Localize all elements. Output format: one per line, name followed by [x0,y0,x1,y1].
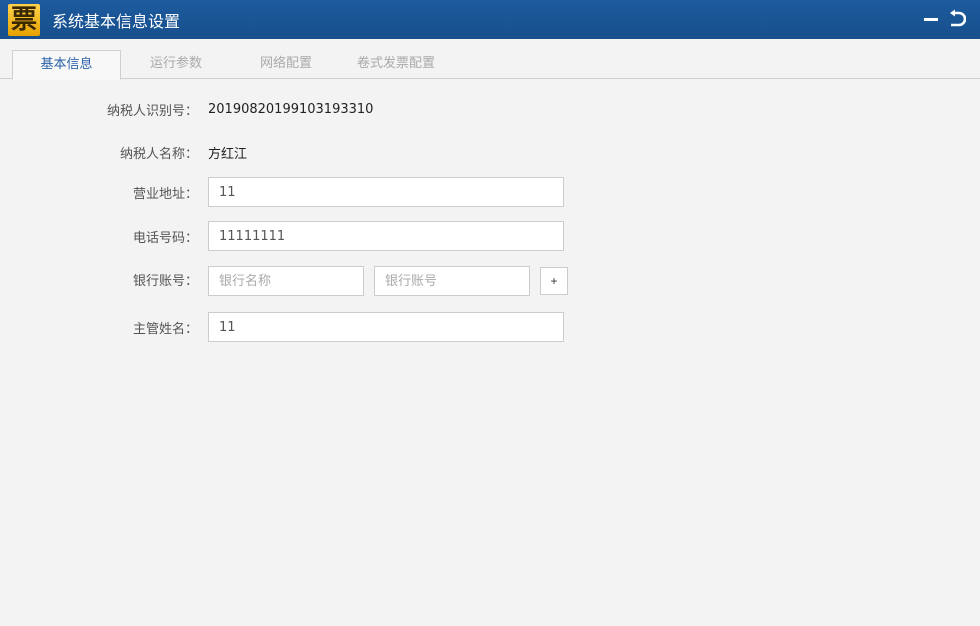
phone-row: 电话号码： [100,221,564,251]
phone-label: 电话号码： [132,230,198,246]
taxpayer-name-row: 纳税人名称： 方红江 [100,143,247,162]
address-label: 营业地址： [132,186,198,202]
address-row: 营业地址： [100,177,564,207]
bank-row: 银行账号： + [100,266,568,296]
tab-bar: 基本信息 运行参数 网络配置 卷式发票配置 [0,50,980,80]
app-logo-icon: 票 [8,3,40,36]
bank-name-input[interactable] [208,266,364,296]
supervisor-label: 主管姓名： [132,321,198,337]
taxpayer-name-label: 纳税人名称： [119,147,198,162]
supervisor-input[interactable] [208,312,564,342]
taxpayer-id-value: 2019082019910319331​0 [208,102,374,117]
minimize-icon[interactable] [922,8,940,30]
supervisor-row: 主管姓名： [100,312,564,342]
tab-network-config[interactable]: 网络配置 [240,50,332,79]
taxpayer-id-row: 纳税人识别号： 2019082019910319331​0 [100,100,373,119]
bank-label: 银行账号： [132,274,198,289]
return-icon[interactable] [948,8,966,30]
window-title: 系统基本信息设置 [52,11,181,31]
bank-account-input[interactable] [374,266,530,296]
tab-run-params[interactable]: 运行参数 [130,50,222,79]
tab-roll-invoice-config[interactable]: 卷式发票配置 [345,50,447,79]
taxpayer-id-label: 纳税人识别号： [106,104,198,119]
title-bar: 票 系统基本信息设置 [0,0,980,39]
address-input[interactable] [208,177,564,207]
taxpayer-name-value: 方红江 [208,147,248,162]
add-bank-account-button[interactable]: + [540,267,568,295]
phone-input[interactable] [208,221,564,251]
tab-basic-info[interactable]: 基本信息 [12,50,121,80]
